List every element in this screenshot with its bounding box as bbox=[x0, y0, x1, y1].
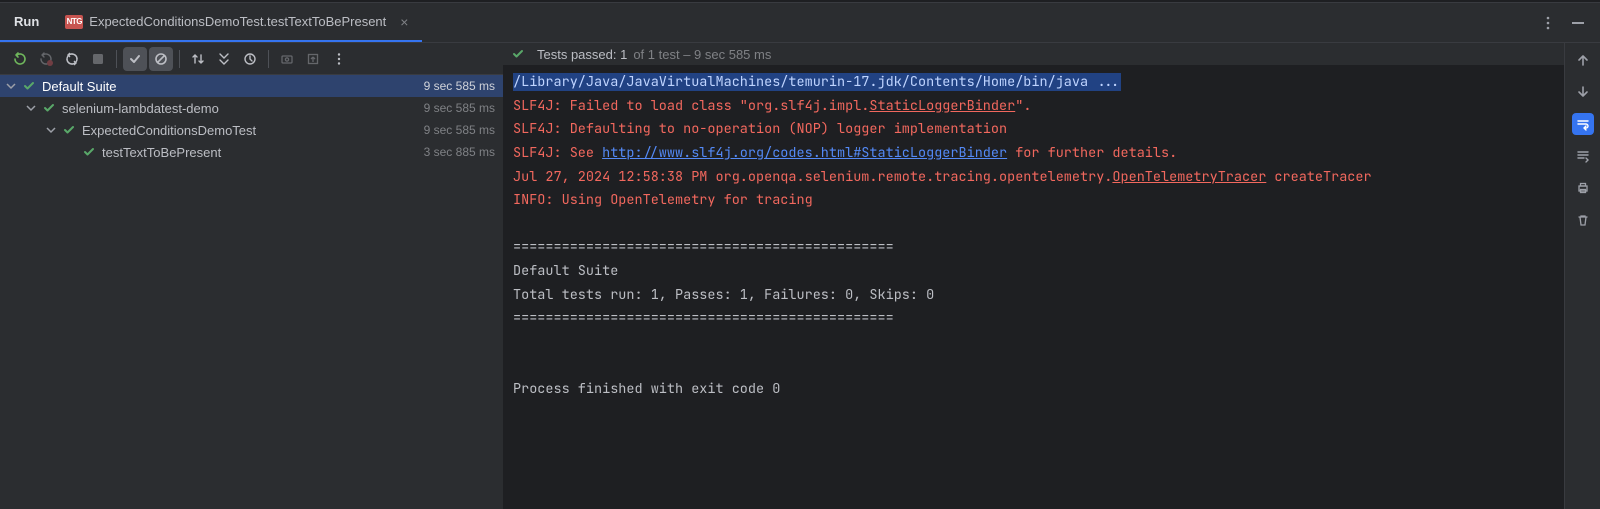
import-tests-icon[interactable] bbox=[275, 47, 299, 71]
tree-node-class[interactable]: ExpectedConditionsDemoTest 9 sec 585 ms bbox=[0, 119, 503, 141]
test-tree: Default Suite 9 sec 585 ms selenium-lamb… bbox=[0, 75, 503, 509]
expand-all-icon[interactable] bbox=[212, 47, 236, 71]
test-passed-icon bbox=[62, 123, 76, 137]
tests-summary: Tests passed: 1 of 1 test – 9 sec 585 ms bbox=[503, 43, 1564, 65]
soft-wrap-icon[interactable] bbox=[1572, 113, 1594, 135]
scroll-down-icon[interactable] bbox=[1572, 81, 1594, 103]
tree-node-label: Default Suite bbox=[42, 79, 424, 94]
test-passed-icon bbox=[511, 47, 525, 61]
sort-icon[interactable] bbox=[186, 47, 210, 71]
console-link[interactable]: http://www.slf4j.org/codes.html#StaticLo… bbox=[602, 144, 1007, 162]
chevron-down-icon[interactable] bbox=[26, 103, 42, 113]
tree-node-label: selenium-lambdatest-demo bbox=[62, 101, 424, 116]
rerun-failed-icon[interactable] bbox=[34, 47, 58, 71]
test-passed-icon bbox=[22, 79, 36, 93]
tree-node-time: 9 sec 585 ms bbox=[424, 123, 495, 137]
tests-summary-rest: of 1 test – 9 sec 585 ms bbox=[633, 47, 771, 62]
tests-passed-label: Tests passed: 1 bbox=[537, 47, 627, 62]
show-ignored-icon[interactable] bbox=[149, 47, 173, 71]
print-icon[interactable] bbox=[1572, 177, 1594, 199]
chevron-down-icon[interactable] bbox=[6, 81, 22, 91]
testng-file-icon: NTG bbox=[65, 15, 83, 29]
tree-node-time: 9 sec 585 ms bbox=[424, 101, 495, 115]
console-output[interactable]: /Library/Java/JavaVirtualMachines/temuri… bbox=[503, 65, 1564, 509]
tab-run-config-label: ExpectedConditionsDemoTest.testTextToBeP… bbox=[89, 14, 386, 29]
more-options-icon[interactable] bbox=[1540, 15, 1556, 31]
console-gutter bbox=[1564, 43, 1600, 509]
test-passed-icon bbox=[42, 101, 56, 115]
test-passed-icon bbox=[82, 145, 96, 159]
tree-node-label: testTextToBePresent bbox=[102, 145, 424, 160]
scroll-to-end-icon[interactable] bbox=[1572, 145, 1594, 167]
scroll-up-icon[interactable] bbox=[1572, 49, 1594, 71]
tree-node-module[interactable]: selenium-lambdatest-demo 9 sec 585 ms bbox=[0, 97, 503, 119]
tree-node-time: 3 sec 885 ms bbox=[424, 145, 495, 159]
tab-run-label: Run bbox=[14, 14, 39, 29]
tab-run-config[interactable]: NTG ExpectedConditionsDemoTest.testTextT… bbox=[53, 3, 422, 42]
minimize-icon[interactable] bbox=[1570, 15, 1586, 31]
collapse-all-icon[interactable] bbox=[238, 47, 262, 71]
tab-run[interactable]: Run bbox=[0, 3, 53, 42]
clear-all-icon[interactable] bbox=[1572, 209, 1594, 231]
show-passed-icon[interactable] bbox=[123, 47, 147, 71]
close-icon[interactable]: × bbox=[392, 14, 410, 30]
chevron-down-icon[interactable] bbox=[46, 125, 62, 135]
export-tests-icon[interactable] bbox=[301, 47, 325, 71]
tree-node-time: 9 sec 585 ms bbox=[424, 79, 495, 93]
test-toolbar bbox=[0, 43, 503, 75]
tree-node-test[interactable]: testTextToBePresent 3 sec 885 ms bbox=[0, 141, 503, 163]
rerun-icon[interactable] bbox=[8, 47, 32, 71]
toggle-auto-test-icon[interactable] bbox=[60, 47, 84, 71]
tree-node-suite[interactable]: Default Suite 9 sec 585 ms bbox=[0, 75, 503, 97]
tree-node-label: ExpectedConditionsDemoTest bbox=[82, 123, 424, 138]
more-icon[interactable] bbox=[327, 47, 351, 71]
tool-window-tabs: Run NTG ExpectedConditionsDemoTest.testT… bbox=[0, 3, 1600, 43]
stop-icon[interactable] bbox=[86, 47, 110, 71]
console-cmd: /Library/Java/JavaVirtualMachines/temuri… bbox=[513, 73, 1121, 91]
